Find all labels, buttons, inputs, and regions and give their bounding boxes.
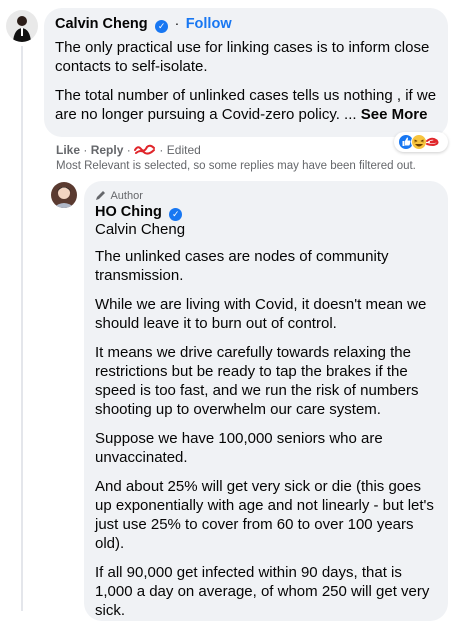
edited-label[interactable]: Edited (167, 143, 201, 157)
separator-dot: · (159, 143, 164, 157)
reply-author-name[interactable]: HO Ching (95, 204, 162, 220)
reply-paragraph: While we are living with Covid, it doesn… (95, 296, 427, 332)
reactions-summary[interactable] (394, 132, 448, 152)
reply-paragraph: If all 90,000 get infected within 90 day… (95, 564, 430, 619)
comment-author-name[interactable]: Calvin Cheng (55, 16, 148, 32)
follow-button[interactable]: Follow (186, 16, 232, 32)
mention-tag[interactable]: Calvin Cheng (95, 221, 185, 238)
separator-dot: · (126, 143, 131, 157)
reply-button[interactable]: Reply (91, 143, 124, 157)
reply-paragraph: It means we drive carefully towards rela… (95, 344, 419, 418)
filter-notice: Most Relevant is selected, so some repli… (56, 160, 416, 172)
see-more-link[interactable]: See More (361, 106, 428, 123)
comment-bubble: Calvin Cheng ✓ · Follow The only practic… (44, 8, 448, 137)
verified-badge-icon: ✓ (155, 20, 169, 33)
separator-dot: · (174, 15, 180, 31)
redacted-timestamp (134, 144, 156, 158)
reply-paragraph: The unlinked cases are nodes of communit… (95, 248, 389, 284)
author-badge-label: Author (110, 190, 143, 202)
separator-dot: · (83, 143, 88, 157)
reply-paragraph: And about 25% will get very sick or die … (95, 478, 434, 552)
thread-line (21, 46, 23, 611)
comment-actions: Like · Reply · · Edited (56, 143, 201, 158)
comment-paragraph: The total number of unlinked cases tells… (55, 87, 437, 123)
verified-badge-icon: ✓ (169, 208, 183, 221)
ho-ching-avatar[interactable] (51, 182, 77, 208)
reply-bubble: Author HO Ching ✓ Calvin Cheng The unlin… (84, 181, 448, 621)
calvin-avatar[interactable] (6, 10, 38, 42)
like-button[interactable]: Like (56, 143, 80, 157)
reply-paragraph: Suppose we have 100,000 seniors who are … (95, 430, 383, 466)
comment-paragraph: The only practical use for linking cases… (55, 39, 430, 75)
